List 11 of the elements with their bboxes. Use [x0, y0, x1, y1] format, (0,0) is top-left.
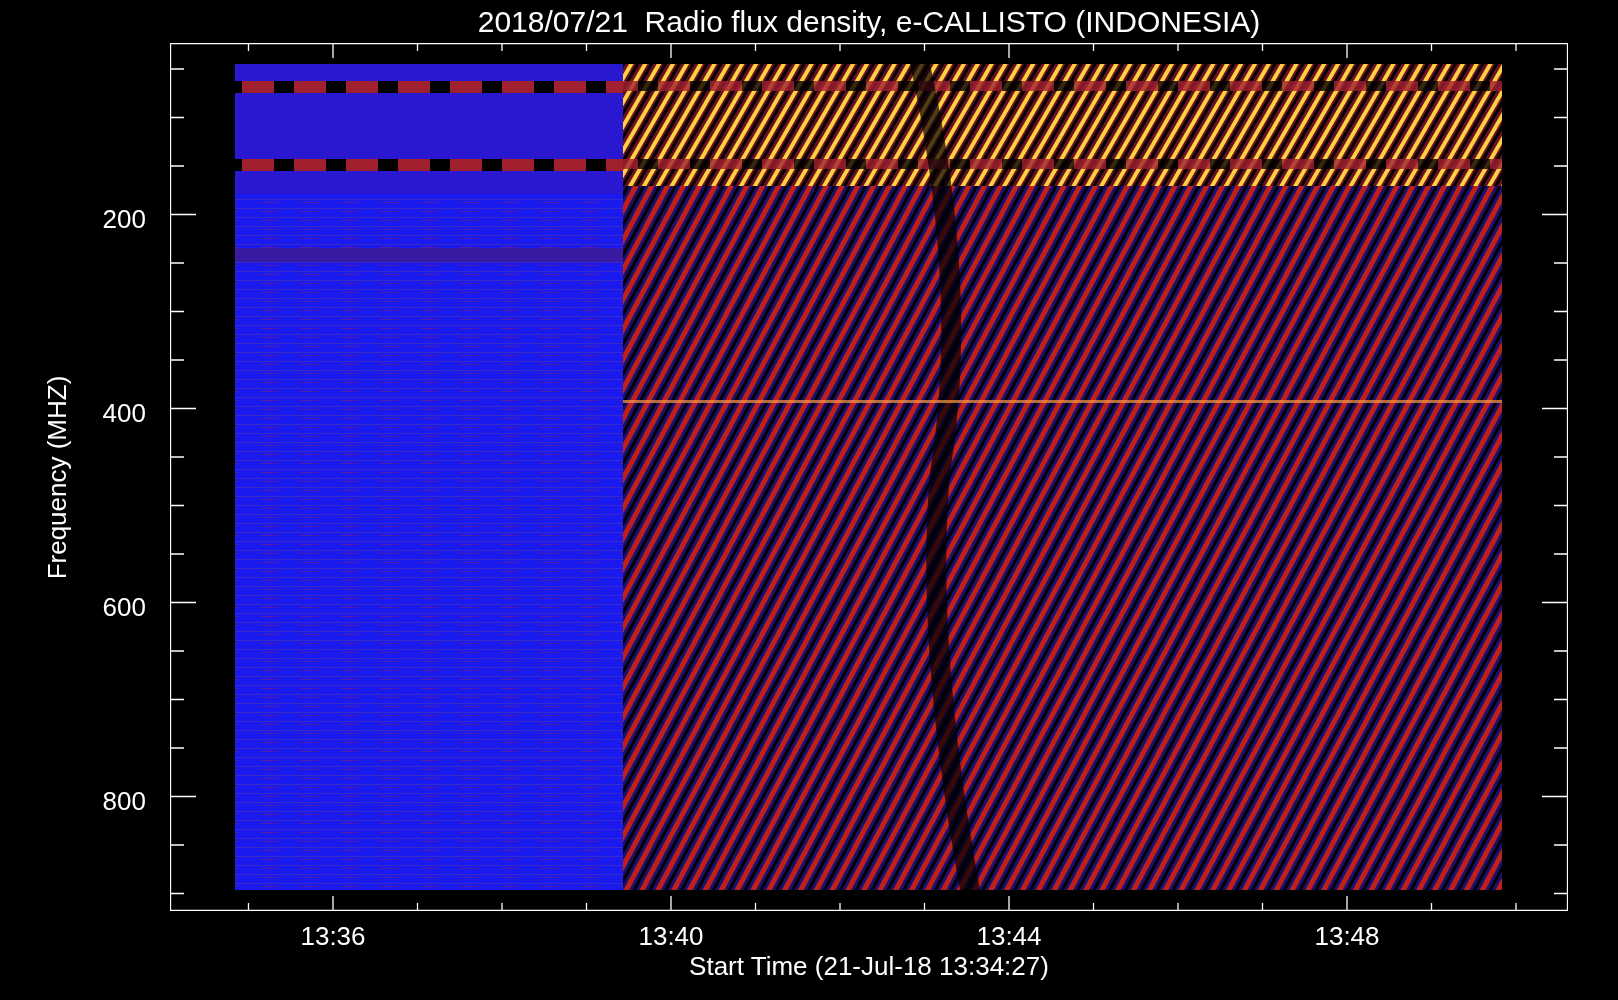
- x-axis-label: Start Time (21-Jul-18 13:34:27): [688, 951, 1050, 982]
- x-tick-label: 13:36: [300, 921, 366, 952]
- y-tick-label: 200: [102, 203, 146, 235]
- chart-title: 2018/07/21 Radio flux density, e-CALLISTO (INDONESIA): [476, 3, 1262, 40]
- y-tick-label: 400: [102, 397, 146, 429]
- y-tick-label: 800: [102, 785, 146, 817]
- x-tick-label: 13:48: [1314, 921, 1380, 952]
- y-axis-label: Frequency (MHZ): [42, 375, 74, 579]
- x-tick-label: 13:40: [638, 921, 704, 952]
- y-tick-label: 600: [102, 591, 146, 623]
- x-tick-label: 13:44: [976, 921, 1042, 952]
